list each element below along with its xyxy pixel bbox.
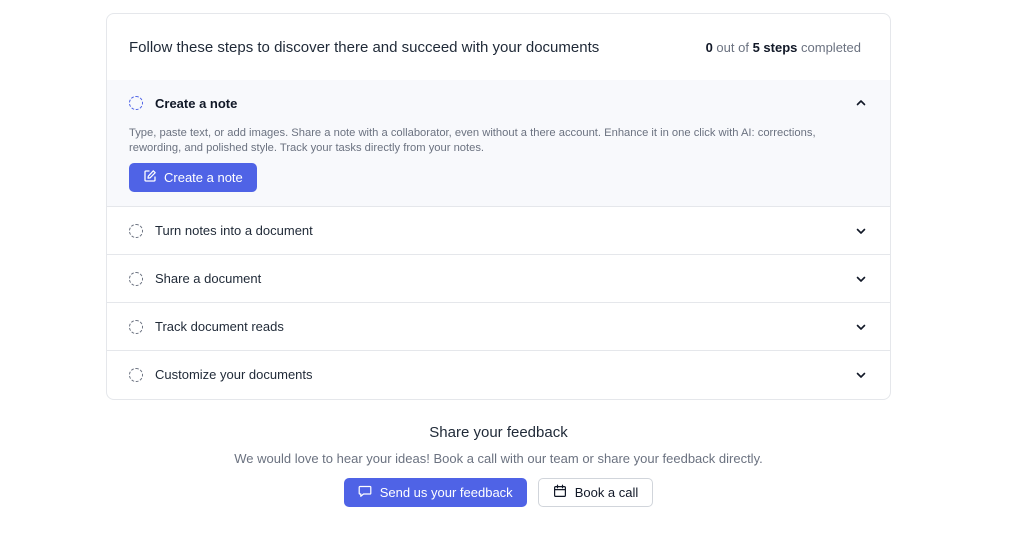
- chevron-down-icon[interactable]: [854, 224, 868, 238]
- progress-counter: 0 out of 5 steps completed: [706, 40, 861, 55]
- step-body: Type, paste text, or add images. Share a…: [107, 126, 890, 206]
- step-label: Track document reads: [155, 319, 284, 334]
- step-share-document: Share a document: [107, 254, 890, 302]
- feedback-actions: Send us your feedback Book a call: [0, 478, 997, 507]
- chevron-down-icon[interactable]: [854, 320, 868, 334]
- step-customize-documents: Customize your documents: [107, 350, 890, 398]
- send-feedback-label: Send us your feedback: [379, 485, 513, 500]
- step-status-circle-icon: [129, 319, 143, 334]
- step-label: Customize your documents: [155, 367, 313, 382]
- book-call-label: Book a call: [574, 485, 639, 500]
- send-feedback-button[interactable]: Send us your feedback: [343, 478, 527, 507]
- onboarding-header: Follow these steps to discover there and…: [107, 14, 890, 80]
- step-create-note: Create a note Type, paste text, or add i…: [107, 80, 890, 206]
- onboarding-title: Follow these steps to discover there and…: [129, 38, 600, 56]
- chat-bubble-icon: [358, 484, 372, 501]
- step-description: Type, paste text, or add images. Share a…: [129, 127, 816, 154]
- step-track-document-reads: Track document reads: [107, 302, 890, 350]
- step-label: Turn notes into a document: [155, 223, 313, 238]
- step-status-circle-icon: [129, 367, 143, 382]
- step-label: Create a note: [155, 95, 238, 111]
- step-toggle-share-document[interactable]: Share a document: [107, 255, 890, 302]
- step-toggle-create-note[interactable]: Create a note: [107, 80, 890, 126]
- edit-note-icon: [143, 169, 157, 186]
- step-label: Share a document: [155, 271, 262, 286]
- calendar-icon: [553, 484, 567, 501]
- step-status-circle-icon: [129, 96, 143, 110]
- step-status-circle-icon: [129, 271, 143, 286]
- feedback-section: Share your feedback We would love to hea…: [0, 420, 997, 507]
- onboarding-card: Follow these steps to discover there and…: [106, 13, 891, 400]
- progress-out-of: out of: [716, 39, 749, 55]
- feedback-title: Share your feedback: [429, 424, 568, 441]
- step-status-circle-icon: [129, 223, 143, 238]
- step-toggle-customize-documents[interactable]: Customize your documents: [107, 351, 890, 398]
- progress-done: 0: [705, 39, 713, 55]
- progress-total: 5 steps: [752, 39, 798, 55]
- feedback-subtitle: We would love to hear your ideas! Book a…: [234, 451, 763, 466]
- chevron-down-icon[interactable]: [854, 272, 868, 286]
- chevron-up-icon[interactable]: [854, 96, 868, 110]
- book-call-button[interactable]: Book a call: [537, 478, 654, 507]
- create-note-button[interactable]: Create a note: [129, 163, 257, 192]
- step-turn-notes-into-document: Turn notes into a document: [107, 206, 890, 254]
- create-note-button-label: Create a note: [164, 170, 243, 185]
- chevron-down-icon[interactable]: [854, 368, 868, 382]
- progress-completed: completed: [801, 39, 861, 55]
- step-toggle-track-document-reads[interactable]: Track document reads: [107, 303, 890, 350]
- step-toggle-turn-notes-into-document[interactable]: Turn notes into a document: [107, 207, 890, 254]
